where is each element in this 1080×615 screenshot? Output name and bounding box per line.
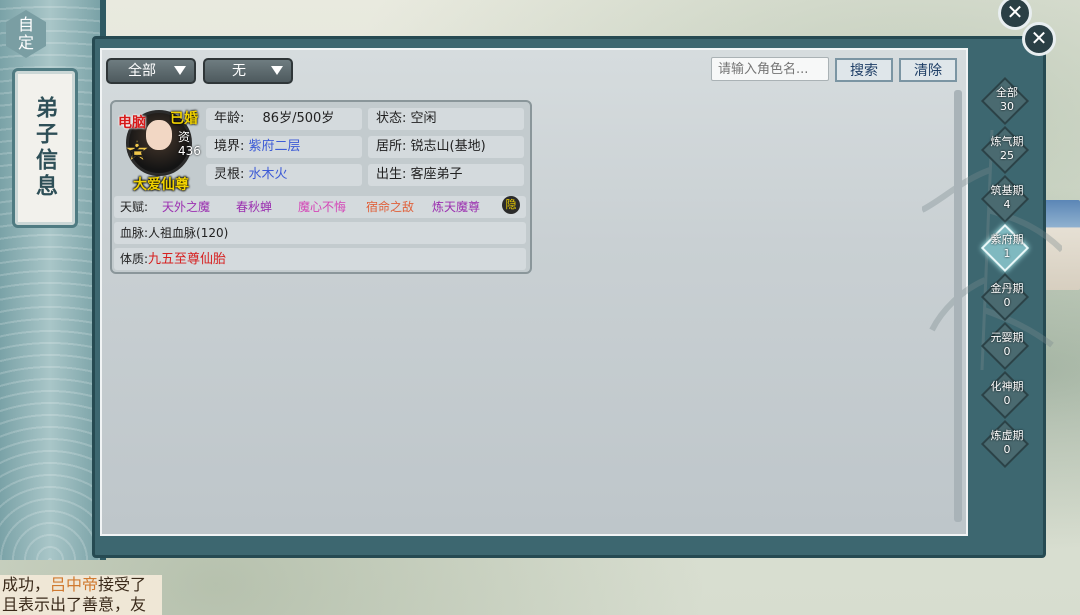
- realm-cell: 境界: 紫府二层: [206, 136, 362, 158]
- clear-button[interactable]: 清除: [899, 58, 957, 82]
- realm-filter-5[interactable]: 元婴期 0: [980, 321, 1032, 371]
- hidden-trait-icon[interactable]: 隐: [502, 196, 520, 214]
- disciple-title: 大爱仙尊: [133, 177, 189, 193]
- talent-item[interactable]: 天外之魔: [162, 196, 210, 218]
- age-label: 年龄:: [214, 111, 245, 126]
- log-text: 接受了: [98, 575, 147, 594]
- search-input[interactable]: [711, 57, 829, 81]
- close-icon[interactable]: ✕: [1022, 22, 1056, 56]
- spirit-root-label: 灵根:: [214, 167, 245, 182]
- realm-filter-label: 全部 30: [982, 86, 1032, 114]
- status-cell: 状态: 空闲: [368, 108, 524, 130]
- physique-label: 体质:: [120, 252, 149, 266]
- age-cell: 年龄: 86岁/500岁: [206, 108, 362, 130]
- talent-item[interactable]: 宿命之敌: [366, 196, 414, 218]
- status-value: 空闲: [410, 111, 437, 126]
- realm-count: 30: [1000, 100, 1014, 113]
- category-filter-label: 全部: [128, 63, 156, 79]
- secondary-filter-label: 无: [232, 63, 246, 79]
- filter-toolbar: 全部 无 搜索 清除: [102, 50, 966, 90]
- aptitude-label: 资: [178, 130, 191, 144]
- custom-tag-button[interactable]: 自定: [6, 10, 46, 58]
- chevron-down-icon: [174, 66, 186, 75]
- realm-filter-label: 紫府期 1: [982, 233, 1032, 261]
- custom-tag-label: 自定: [18, 15, 35, 52]
- aptitude-value: 436: [178, 144, 201, 158]
- realm-name: 炼虚期: [990, 429, 1024, 442]
- age-value: 86岁/500岁: [262, 111, 335, 126]
- physique-value: 九五至尊仙胎: [148, 252, 227, 267]
- talent-item[interactable]: 炼天魔尊: [432, 196, 480, 218]
- realm-count: 0: [1003, 296, 1011, 309]
- realm-count: 0: [1003, 345, 1011, 358]
- scrollbar[interactable]: [954, 90, 962, 522]
- log-text: 且表示出了善意，友: [2, 595, 147, 614]
- realm-filter-label: 炼气期 25: [982, 135, 1032, 163]
- realm-name: 筑基期: [990, 184, 1024, 197]
- sidebar-title: 弟子信息: [32, 96, 58, 200]
- ai-badge: 电脑: [118, 115, 146, 131]
- realm-filter-7[interactable]: 炼虚期 0: [980, 419, 1032, 469]
- talent-item[interactable]: 魔心不悔: [298, 196, 346, 218]
- realm-value: 紫府二层: [248, 139, 301, 154]
- realm-name: 金丹期: [990, 282, 1024, 295]
- spirit-root-value: 水木火: [248, 167, 288, 182]
- residence-value: 锐志山(基地): [410, 139, 486, 154]
- disciple-card[interactable]: 电脑 已婚 资 436 名 大爱仙尊 年龄: 86岁/500岁 状态: 空闲 境…: [110, 100, 532, 274]
- realm-filter-label: 筑基期 4: [982, 184, 1032, 212]
- realm-name: 紫府期: [990, 233, 1024, 246]
- origin-value: 客座弟子: [410, 167, 463, 182]
- realm-filter-1[interactable]: 炼气期 25: [980, 125, 1032, 175]
- realm-count: 4: [1003, 198, 1011, 211]
- realm-filter-label: 金丹期 0: [982, 282, 1032, 310]
- married-badge: 已婚: [170, 111, 198, 127]
- bloodline-row: 血脉:人祖血脉(120): [114, 222, 526, 244]
- sidebar-title-scroll: 弟子信息: [12, 68, 78, 228]
- realm-filter-3[interactable]: 紫府期 1: [980, 223, 1032, 273]
- talent-row: 天赋: 天外之魔 春秋蝉 魔心不悔 宿命之敌 炼天魔尊 隐: [114, 196, 526, 218]
- bloodline-value: 人祖血脉(120): [148, 226, 229, 240]
- origin-cell: 出生: 客座弟子: [368, 164, 524, 186]
- avatar[interactable]: 电脑 已婚 资 436 名 大爱仙尊: [116, 106, 201, 193]
- category-filter-dropdown[interactable]: 全部: [106, 58, 196, 84]
- realm-label: 境界:: [214, 139, 245, 154]
- log-name: 吕中帝: [50, 575, 99, 594]
- event-log: 成功，吕中帝接受了 且表示出了善意，友: [0, 575, 162, 615]
- realm-filter-label: 化神期 0: [982, 380, 1032, 408]
- realm-filter-label: 炼虚期 0: [982, 429, 1032, 457]
- realm-filter-4[interactable]: 金丹期 0: [980, 272, 1032, 322]
- chevron-down-icon: [271, 66, 283, 75]
- left-sidebar: 自定 弟子信息: [0, 0, 106, 560]
- realm-count: 0: [1003, 394, 1011, 407]
- residence-label: 居所:: [376, 139, 407, 154]
- realm-name: 化神期: [990, 380, 1024, 393]
- avatar-portrait: [146, 120, 172, 150]
- search-button[interactable]: 搜索: [835, 58, 893, 82]
- realm-count: 25: [1000, 149, 1014, 162]
- realm-name: 炼气期: [990, 135, 1024, 148]
- disciple-list-panel: 全部 无 搜索 清除 电脑 已婚 资 436 名 大爱仙尊 年龄: 86岁/50…: [100, 48, 1062, 536]
- talent-label: 天赋:: [120, 200, 149, 214]
- spirit-root-cell: 灵根: 水木火: [206, 164, 362, 186]
- status-label: 状态:: [376, 111, 407, 126]
- realm-filter-6[interactable]: 化神期 0: [980, 370, 1032, 420]
- log-text: 成功，: [2, 575, 51, 594]
- talent-item[interactable]: 春秋蝉: [236, 196, 272, 218]
- realm-count: 1: [1003, 247, 1011, 260]
- secondary-filter-dropdown[interactable]: 无: [203, 58, 293, 84]
- realm-count: 0: [1003, 443, 1011, 456]
- realm-name: 全部: [996, 86, 1018, 99]
- residence-cell: 居所: 锐志山(基地): [368, 136, 524, 158]
- realm-filter-label: 元婴期 0: [982, 331, 1032, 359]
- origin-label: 出生:: [376, 167, 407, 182]
- physique-row: 体质:九五至尊仙胎: [114, 248, 526, 270]
- realm-filter-2[interactable]: 筑基期 4: [980, 174, 1032, 224]
- realm-name: 元婴期: [990, 331, 1024, 344]
- realm-filter-0[interactable]: 全部 30: [980, 76, 1032, 126]
- bloodline-label: 血脉:: [120, 226, 149, 240]
